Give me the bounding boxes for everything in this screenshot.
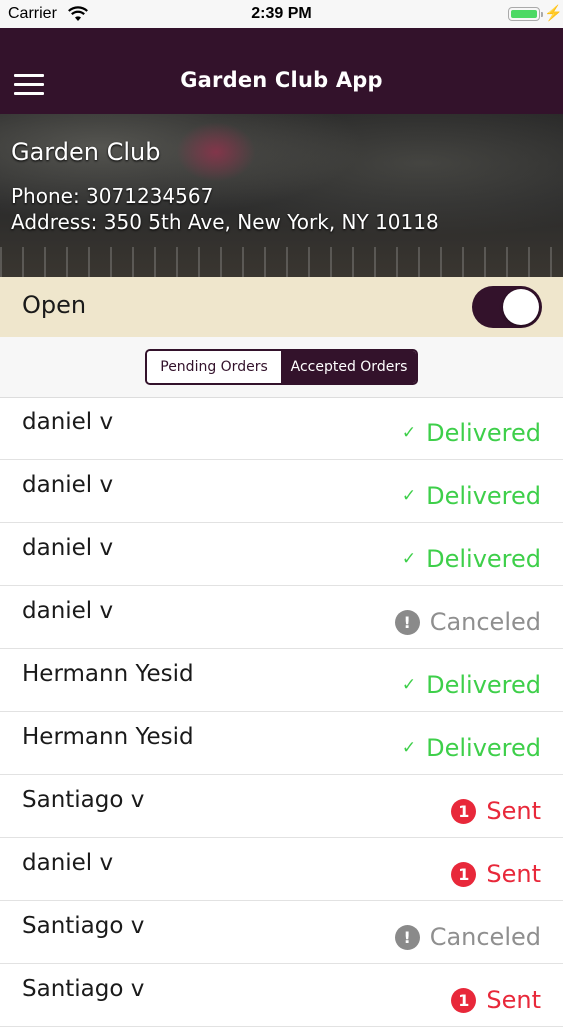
order-customer-name: daniel v xyxy=(22,850,114,876)
battery-cap xyxy=(541,12,543,17)
order-status: ✓ Delivered xyxy=(402,482,541,510)
store-sign-glow xyxy=(176,122,256,182)
battery-icon xyxy=(508,7,543,21)
order-status-label: Delivered xyxy=(426,419,541,447)
order-row[interactable]: daniel v ✓ Delivered xyxy=(0,523,563,586)
order-customer-name: daniel v xyxy=(22,409,114,435)
order-status-label: Sent xyxy=(486,797,541,825)
order-segmented-control: Pending Orders Accepted Orders xyxy=(145,349,418,385)
order-row[interactable]: Santiago v! Canceled xyxy=(0,901,563,964)
order-status-label: Canceled xyxy=(429,608,541,636)
order-customer-name: daniel v xyxy=(22,472,114,498)
open-label: Open xyxy=(22,291,87,319)
order-customer-name: Hermann Yesid xyxy=(22,724,194,750)
order-status-label: Delivered xyxy=(426,734,541,762)
order-status-label: Sent xyxy=(486,860,541,888)
order-status-label: Canceled xyxy=(429,923,541,951)
nav-bar: Garden Club App xyxy=(0,28,563,114)
status-time: 2:39 PM xyxy=(251,5,312,22)
order-list: daniel v ✓ Delivered daniel v ✓ Delivered dani… xyxy=(0,397,563,1027)
tab-pending-orders[interactable]: Pending Orders xyxy=(147,351,282,383)
order-status-label: Delivered xyxy=(426,671,541,699)
order-row[interactable]: daniel v! Canceled xyxy=(0,586,563,649)
store-name: Garden Club xyxy=(11,138,161,166)
checkmark-icon: ✓ xyxy=(401,486,417,506)
store-photo-railing xyxy=(0,247,563,277)
order-customer-name: Santiago v xyxy=(22,913,145,939)
order-status: ✓ Delivered xyxy=(402,545,541,573)
store-phone: Phone: 3071234567 xyxy=(11,184,214,208)
exclamation-icon: ! xyxy=(394,924,420,950)
open-toggle-switch[interactable] xyxy=(472,286,542,328)
store-address: Address: 350 5th Ave, New York, NY 10118 xyxy=(11,210,439,234)
order-customer-name: Santiago v xyxy=(22,976,145,1002)
order-status-label: Delivered xyxy=(426,482,541,510)
sent-badge-icon: 1 xyxy=(451,798,477,824)
order-status: ✓ Delivered xyxy=(402,734,541,762)
order-status: ✓ Delivered xyxy=(402,419,541,447)
toggle-knob xyxy=(503,289,539,325)
exclamation-icon: ! xyxy=(394,609,420,635)
order-customer-name: Santiago v xyxy=(22,787,145,813)
order-customer-name: Hermann Yesid xyxy=(22,661,194,687)
open-status-row: Open xyxy=(0,277,563,337)
checkmark-icon: ✓ xyxy=(401,738,417,758)
charging-bolt-icon: ⚡ xyxy=(544,5,563,22)
order-row[interactable]: Hermann Yesid ✓ Delivered xyxy=(0,649,563,712)
sent-badge-icon: 1 xyxy=(451,861,477,887)
order-status: 1 Sent xyxy=(451,860,541,888)
order-status-label: Sent xyxy=(486,986,541,1014)
order-status: 1 Sent xyxy=(451,797,541,825)
checkmark-icon: ✓ xyxy=(401,675,417,695)
tab-accepted-orders[interactable]: Accepted Orders xyxy=(282,351,416,383)
order-customer-name: daniel v xyxy=(22,535,114,561)
order-row[interactable]: Santiago v 1 Sent xyxy=(0,964,563,1027)
status-bar: Carrier 2:39 PM ⚡ xyxy=(0,0,563,28)
order-row[interactable]: daniel v 1 Sent xyxy=(0,838,563,901)
order-row[interactable]: Santiago v 1 Sent xyxy=(0,775,563,838)
nav-title: Garden Club App xyxy=(180,68,383,92)
store-header: Garden Club Phone: 3071234567 Address: 3… xyxy=(0,114,563,277)
order-tabs-bar: Pending Orders Accepted Orders xyxy=(0,337,563,398)
order-row[interactable]: daniel v ✓ Delivered xyxy=(0,397,563,460)
checkmark-icon: ✓ xyxy=(401,423,417,443)
order-customer-name: daniel v xyxy=(22,598,114,624)
order-status: ✓ Delivered xyxy=(402,671,541,699)
order-row[interactable]: daniel v ✓ Delivered xyxy=(0,460,563,523)
checkmark-icon: ✓ xyxy=(401,549,417,569)
order-status-label: Delivered xyxy=(426,545,541,573)
sent-badge-icon: 1 xyxy=(451,987,477,1013)
battery-fill xyxy=(511,10,537,18)
order-status: ! Canceled xyxy=(394,923,541,951)
order-row[interactable]: Hermann Yesid ✓ Delivered xyxy=(0,712,563,775)
order-status: 1 Sent xyxy=(451,986,541,1014)
order-status: ! Canceled xyxy=(394,608,541,636)
